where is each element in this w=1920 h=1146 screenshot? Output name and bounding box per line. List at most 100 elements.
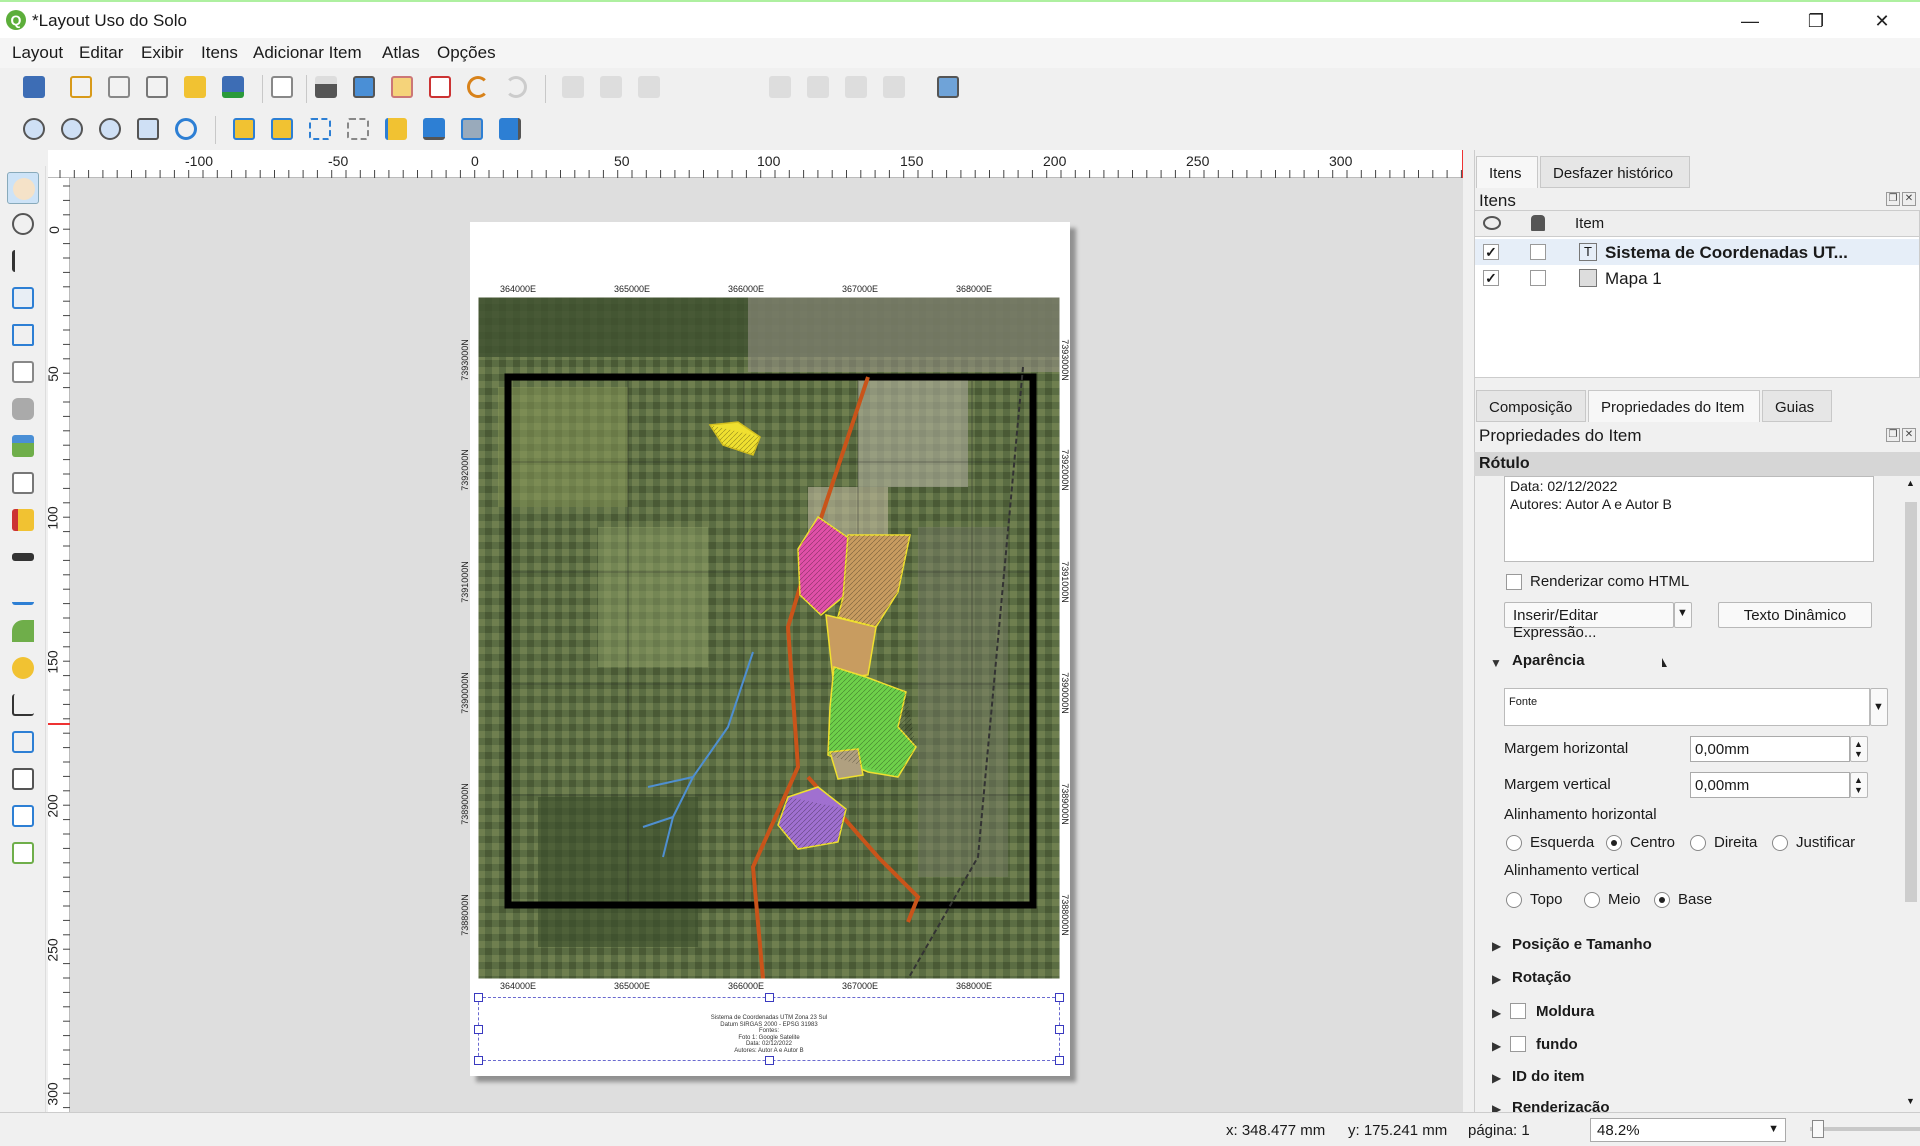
- resize-handle[interactable]: [765, 993, 774, 1002]
- print-icon[interactable]: [310, 71, 342, 103]
- visibility-checkbox[interactable]: ✓: [1483, 244, 1499, 260]
- resize-handle[interactable]: [765, 1056, 774, 1065]
- collapse-icon[interactable]: ▶: [1492, 1039, 1501, 1053]
- move-content-icon[interactable]: [7, 282, 39, 314]
- section-moldura[interactable]: Moldura: [1536, 1003, 1594, 1020]
- pan-icon[interactable]: [7, 172, 39, 204]
- visibility-checkbox[interactable]: ✓: [1483, 270, 1499, 286]
- scroll-down-icon[interactable]: ▼: [1906, 1096, 1915, 1106]
- tab-desfazer-historico[interactable]: Desfazer histórico: [1540, 156, 1690, 188]
- add-page-icon[interactable]: [7, 356, 39, 388]
- close-button[interactable]: ✕: [1860, 7, 1904, 35]
- export-pdf-icon[interactable]: [424, 71, 456, 103]
- maximize-button[interactable]: ❐: [1794, 7, 1838, 35]
- add-scalebar-icon[interactable]: [7, 541, 39, 573]
- radio-centro[interactable]: [1606, 835, 1622, 851]
- collapse-icon[interactable]: ▶: [1492, 939, 1501, 953]
- scroll-up-icon[interactable]: ▲: [1906, 478, 1915, 488]
- add-fixed-table-icon[interactable]: [7, 837, 39, 869]
- group-items-icon[interactable]: [304, 113, 336, 145]
- add-html-icon[interactable]: [7, 763, 39, 795]
- zoom-tool-icon[interactable]: [7, 208, 39, 240]
- margin-h-input[interactable]: 0,00mm: [1690, 736, 1850, 762]
- collapse-icon[interactable]: ▶: [1492, 1071, 1501, 1085]
- tab-guias[interactable]: Guias: [1762, 390, 1832, 422]
- insert-expression-button[interactable]: Inserir/Editar Expressão...: [1504, 602, 1674, 641]
- radio-direita[interactable]: [1690, 835, 1706, 851]
- collapse-icon[interactable]: ▶: [1492, 972, 1501, 986]
- edit-nodes-icon[interactable]: [7, 319, 39, 351]
- zoom-full-icon[interactable]: [132, 113, 164, 145]
- menu-exibir[interactable]: Exibir: [141, 43, 184, 63]
- menu-editar[interactable]: Editar: [79, 43, 123, 63]
- add-polygon-icon[interactable]: [7, 726, 39, 758]
- section-rotacao[interactable]: Rotação: [1512, 969, 1571, 986]
- frame-checkbox[interactable]: [1510, 1003, 1526, 1019]
- layout-manager-icon[interactable]: [141, 71, 173, 103]
- menu-atlas[interactable]: Atlas: [382, 43, 420, 63]
- close-icon[interactable]: ✕: [1902, 192, 1916, 206]
- save-template-icon[interactable]: [217, 71, 249, 103]
- font-selector[interactable]: Fonte: [1504, 688, 1870, 726]
- tab-composicao[interactable]: Composição: [1476, 390, 1586, 422]
- minimize-button[interactable]: —: [1728, 7, 1772, 35]
- margin-v-input[interactable]: 0,00mm: [1690, 772, 1850, 798]
- lock-checkbox[interactable]: [1530, 270, 1546, 286]
- add-attribute-table-icon[interactable]: [7, 800, 39, 832]
- distribute-items-icon[interactable]: [418, 113, 450, 145]
- background-checkbox[interactable]: [1510, 1036, 1526, 1052]
- zoom-select[interactable]: 48.2% ▼: [1590, 1118, 1786, 1142]
- export-svg-icon[interactable]: [386, 71, 418, 103]
- add-label-icon[interactable]: [7, 578, 39, 610]
- menu-itens[interactable]: Itens: [201, 43, 238, 63]
- menu-layout[interactable]: Layout: [12, 43, 63, 63]
- expand-icon[interactable]: ▼: [1490, 656, 1502, 670]
- spinner-icon[interactable]: ▲ ▼: [1850, 772, 1868, 798]
- chevron-down-icon[interactable]: ▼: [1674, 602, 1692, 628]
- item-row[interactable]: ✓ Mapa 1: [1475, 265, 1919, 291]
- radio-meio[interactable]: [1584, 892, 1600, 908]
- section-renderizacao[interactable]: Renderização: [1512, 1099, 1610, 1112]
- resize-handle[interactable]: [474, 993, 483, 1002]
- raise-items-icon[interactable]: [228, 113, 260, 145]
- properties-scrollbar[interactable]: ▲ ▼: [1904, 478, 1918, 1110]
- scrollbar-thumb[interactable]: [1905, 502, 1917, 902]
- menu-opcoes[interactable]: Opções: [437, 43, 496, 63]
- lock-items-icon[interactable]: [494, 113, 526, 145]
- spinner-icon[interactable]: ▲ ▼: [1850, 736, 1868, 762]
- map-item[interactable]: [478, 297, 1060, 979]
- render-html-checkbox[interactable]: [1506, 574, 1522, 590]
- zoom-slider-handle[interactable]: [1812, 1120, 1824, 1138]
- radio-base[interactable]: [1654, 892, 1670, 908]
- radio-esquerda[interactable]: [1506, 835, 1522, 851]
- appearance-section[interactable]: Aparência: [1512, 652, 1585, 669]
- zoom-out-icon[interactable]: [56, 113, 88, 145]
- section-posicao-tamanho[interactable]: Posição e Tamanho: [1512, 936, 1652, 953]
- open-folder-icon[interactable]: [179, 71, 211, 103]
- duplicate-layout-icon[interactable]: [103, 71, 135, 103]
- section-fundo[interactable]: fundo: [1536, 1036, 1578, 1053]
- add-marker-icon[interactable]: [7, 652, 39, 684]
- radio-topo[interactable]: [1506, 892, 1522, 908]
- resize-handle[interactable]: [1055, 993, 1064, 1002]
- close-icon[interactable]: ✕: [1902, 428, 1916, 442]
- collapse-icon[interactable]: ▶: [1492, 1102, 1501, 1112]
- select-tool-icon[interactable]: [7, 245, 39, 277]
- zoom-actual-icon[interactable]: [94, 113, 126, 145]
- undo-icon[interactable]: [462, 71, 494, 103]
- lock-checkbox[interactable]: [1530, 244, 1546, 260]
- add-3d-map-icon[interactable]: [7, 393, 39, 425]
- export-image-icon[interactable]: [348, 71, 380, 103]
- zoom-slider-track[interactable]: [1810, 1127, 1920, 1131]
- add-shape-icon[interactable]: [7, 615, 39, 647]
- section-id-do-item[interactable]: ID do item: [1512, 1068, 1585, 1085]
- ungroup-items-icon[interactable]: [342, 113, 374, 145]
- zoom-in-icon[interactable]: [18, 113, 50, 145]
- atlas-settings-icon[interactable]: [932, 71, 964, 103]
- resize-items-icon[interactable]: [456, 113, 488, 145]
- lower-items-icon[interactable]: [266, 113, 298, 145]
- menu-adicionar-item[interactable]: Adicionar Item: [253, 43, 362, 63]
- float-icon[interactable]: ❐: [1886, 192, 1900, 206]
- radio-justificar[interactable]: [1772, 835, 1788, 851]
- align-items-icon[interactable]: [380, 113, 412, 145]
